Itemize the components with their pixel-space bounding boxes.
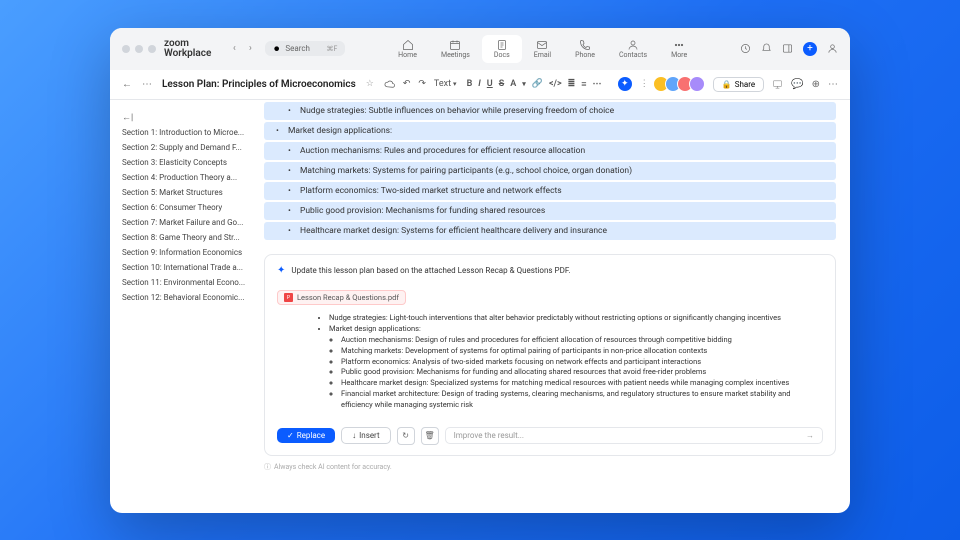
bold-button[interactable]: B xyxy=(467,79,473,89)
doc-bullet[interactable]: Matching markets: Systems for pairing pa… xyxy=(264,162,836,180)
underline-button[interactable]: U xyxy=(487,79,493,89)
outline-item[interactable]: Section 10: International Trade a... xyxy=(122,260,260,275)
comment-icon[interactable]: 💬 xyxy=(791,79,803,90)
link-icon[interactable]: 🔗 xyxy=(532,79,543,89)
ai-card: ✦ Update this lesson plan based on the a… xyxy=(264,254,836,456)
replace-button[interactable]: ✓ Replace xyxy=(277,428,335,443)
ai-prompt-text: Update this lesson plan based on the att… xyxy=(291,266,570,275)
tab-email[interactable]: Email xyxy=(522,35,563,63)
document-canvas[interactable]: Nudge strategies: Subtle influences on b… xyxy=(260,100,850,513)
outline-item[interactable]: Section 5: Market Structures xyxy=(122,185,260,200)
sparkle-icon: ✦ xyxy=(277,265,285,276)
globe-icon[interactable]: ⊕ xyxy=(812,79,820,90)
outline-item[interactable]: Section 1: Introduction to Microe... xyxy=(122,125,260,140)
ai-button[interactable]: ✦ xyxy=(618,77,632,91)
outline-item[interactable]: Section 3: Elasticity Concepts xyxy=(122,155,260,170)
doc-bullet[interactable]: Healthcare market design: Systems for ef… xyxy=(264,222,836,240)
outline-item[interactable]: Section 12: Behavioral Economic... xyxy=(122,290,260,305)
cloud-icon[interactable] xyxy=(384,79,395,90)
line-icon[interactable]: ⋯ xyxy=(592,79,601,89)
tab-home[interactable]: Home xyxy=(386,35,429,63)
star-icon[interactable]: ☆ xyxy=(366,79,374,89)
doc-bullet[interactable]: Market design applications: xyxy=(264,122,836,140)
align-icon[interactable]: ≡ xyxy=(581,79,586,90)
doc-bullet[interactable]: Nudge strategies: Subtle influences on b… xyxy=(264,102,836,120)
code-icon[interactable]: </> xyxy=(549,79,562,89)
redo-icon[interactable]: ↷ xyxy=(418,79,426,89)
tab-more[interactable]: More xyxy=(659,35,699,63)
present-icon[interactable] xyxy=(772,79,783,90)
add-button[interactable]: + xyxy=(803,42,817,56)
tab-docs[interactable]: Docs xyxy=(482,35,522,63)
regenerate-button[interactable]: ↻ xyxy=(397,427,415,445)
doc-bullet[interactable]: Platform economics: Two-sided market str… xyxy=(264,182,836,200)
history-icon[interactable] xyxy=(740,43,751,54)
brand-logo: zoom Workplace xyxy=(164,39,211,59)
window-controls[interactable] xyxy=(122,45,156,53)
toolbar: ← ⋯ Lesson Plan: Principles of Microecon… xyxy=(110,70,850,100)
nav-back[interactable]: ‹ xyxy=(227,43,241,54)
doc-bullet[interactable]: Auction mechanisms: Rules and procedures… xyxy=(264,142,836,160)
bell-icon[interactable] xyxy=(761,43,772,54)
strike-button[interactable]: S xyxy=(499,79,505,89)
outline-item[interactable]: Section 7: Market Failure and Go... xyxy=(122,215,260,230)
outline-item[interactable]: Section 6: Consumer Theory xyxy=(122,200,260,215)
ai-disclaimer: ⓘ Always check AI content for accuracy. xyxy=(264,462,836,472)
ai-result: Nudge strategies: Light-touch interventi… xyxy=(277,305,823,419)
tab-meetings[interactable]: Meetings xyxy=(429,35,482,63)
collaborators[interactable] xyxy=(657,76,705,92)
doc-title[interactable]: Lesson Plan: Principles of Microeconomic… xyxy=(162,79,356,90)
tab-phone[interactable]: Phone xyxy=(563,35,607,63)
back-button[interactable]: ← xyxy=(122,79,132,90)
outline-item[interactable]: Section 9: Information Economics xyxy=(122,245,260,260)
more-icon[interactable]: ⋯ xyxy=(828,79,838,90)
outline-sidebar: ←| Section 1: Introduction to Microe...S… xyxy=(110,100,260,513)
delete-button[interactable]: 🗑 xyxy=(421,427,439,445)
doc-bullet[interactable]: Public good provision: Mechanisms for fu… xyxy=(264,202,836,220)
italic-button[interactable]: I xyxy=(478,79,481,89)
outline-collapse[interactable]: ←| xyxy=(122,110,260,125)
outline-item[interactable]: Section 8: Game Theory and Str... xyxy=(122,230,260,245)
text-style[interactable]: Text▾ xyxy=(434,79,457,89)
attachment-chip[interactable]: P Lesson Recap & Questions.pdf xyxy=(277,290,406,305)
titlebar: zoom Workplace ‹ › Search⌘F HomeMeetings… xyxy=(110,28,850,70)
outline-item[interactable]: Section 4: Production Theory a... xyxy=(122,170,260,185)
tab-contacts[interactable]: Contacts xyxy=(607,35,659,63)
panel-icon[interactable] xyxy=(782,43,793,54)
pdf-icon: P xyxy=(284,293,293,302)
avatar-icon[interactable] xyxy=(827,43,838,54)
share-button[interactable]: 🔒Share xyxy=(713,77,764,92)
outline-item[interactable]: Section 2: Supply and Demand F... xyxy=(122,140,260,155)
list-icon[interactable]: ≣ xyxy=(568,79,576,89)
breadcrumb[interactable]: ⋯ xyxy=(142,79,152,90)
textcolor-button[interactable]: A xyxy=(510,79,516,89)
undo-icon[interactable]: ↶ xyxy=(403,79,411,89)
insert-button[interactable]: ↓ Insert xyxy=(341,427,391,444)
nav-tabs: HomeMeetingsDocsEmailPhoneContactsMore xyxy=(386,35,699,63)
nav-fwd[interactable]: › xyxy=(243,43,257,54)
search-input[interactable]: Search⌘F xyxy=(265,41,345,56)
search-icon xyxy=(273,45,281,53)
app-window: zoom Workplace ‹ › Search⌘F HomeMeetings… xyxy=(110,28,850,513)
improve-input[interactable]: Improve the result...→ xyxy=(445,427,823,444)
outline-item[interactable]: Section 11: Environmental Econo... xyxy=(122,275,260,290)
